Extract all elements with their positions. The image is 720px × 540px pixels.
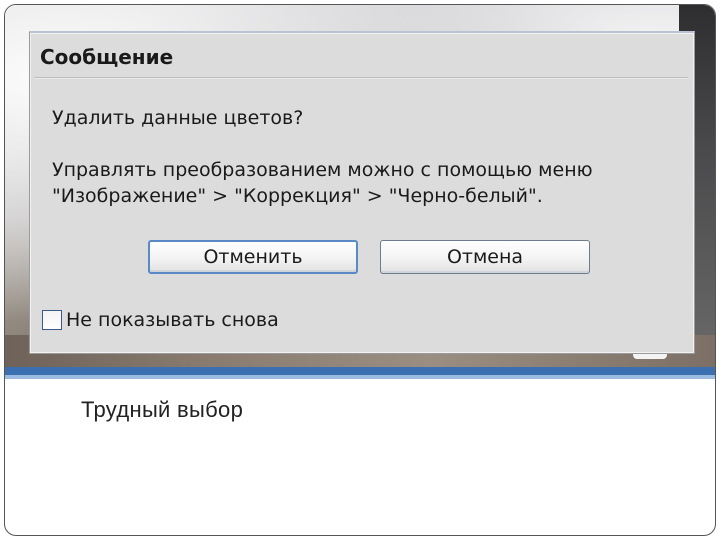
- dialog-title: Сообщение: [40, 45, 174, 69]
- title-separator: [34, 77, 688, 79]
- message-dialog: Сообщение Удалить данные цветов? Управля…: [29, 31, 695, 354]
- dont-show-again-checkbox[interactable]: [42, 310, 62, 330]
- cancel-button[interactable]: Отмена: [380, 240, 590, 274]
- accent-rule-light: [5, 375, 715, 379]
- slide-caption: Трудный выбор: [81, 397, 244, 422]
- dialog-hint-line-2: "Изображение" > "Коррекция" > "Черно-бел…: [52, 185, 543, 207]
- accent-rule: [5, 367, 715, 375]
- dialog-hint-line-1: Управлять преобразованием можно с помощь…: [52, 159, 593, 181]
- dialog-question: Удалить данные цветов?: [52, 107, 304, 129]
- dont-show-again-label[interactable]: Не показывать снова: [66, 309, 279, 331]
- dont-show-again-row[interactable]: Не показывать снова: [42, 309, 279, 331]
- slide: Сообщение Удалить данные цветов? Управля…: [4, 4, 716, 536]
- confirm-button[interactable]: Отменить: [148, 240, 358, 274]
